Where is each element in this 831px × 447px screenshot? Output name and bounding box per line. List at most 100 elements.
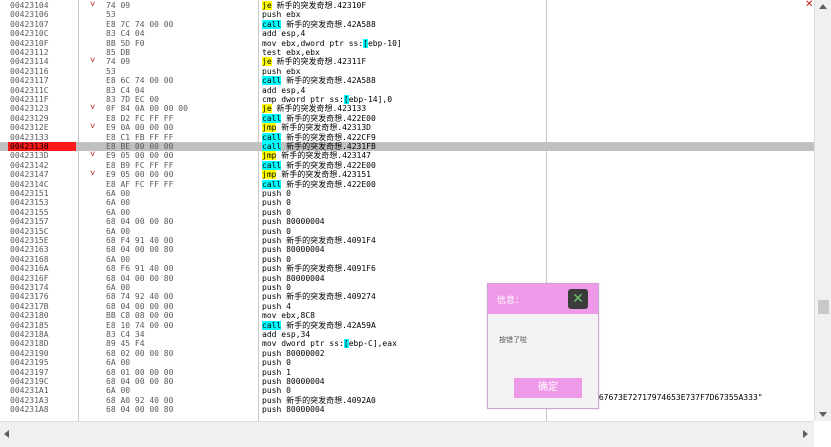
table-row[interactable]: 00423190 68 02 00 00 80 push 80000002 (0, 349, 814, 358)
scroll-left-icon[interactable] (4, 430, 9, 438)
address-cell: 00423153 (10, 198, 49, 208)
table-row[interactable]: 0042315C 6A 00 push 0 (0, 227, 814, 236)
table-row[interactable]: 00423176 68 74 92 40 00 push 新手的突发奇想.40927… (0, 292, 814, 301)
bytes-cell: 68 04 00 00 80 (106, 377, 174, 386)
bytes-cell: 68 04 00 00 80 (106, 217, 174, 227)
operands: 新手的突发奇想.422E00 (281, 113, 376, 123)
bytes-cell: 85 DB (106, 48, 131, 57)
bytes-cell: 74 09 (106, 57, 131, 67)
instruction-cell: push 0 (262, 189, 291, 198)
bytes-cell: 6A 00 (106, 226, 131, 236)
table-row[interactable]: 0042312E ˅ E9 0A 00 00 00 jmp 新手的突发奇想.42313… (0, 122, 814, 133)
address-cell: 004231A1 (10, 386, 49, 396)
vertical-scrollbar[interactable] (814, 0, 831, 421)
mnemonic: jmp (262, 151, 277, 161)
table-row[interactable]: 00423142 E8 B9 FC FF FF call 新手的突发奇想.422E0… (0, 160, 814, 170)
table-row[interactable]: 0042318A 83 C4 34 add esp,34 (0, 330, 814, 339)
mnemonic: call (262, 179, 282, 189)
address-cell: 0042310F (10, 38, 49, 48)
bytes-cell: 83 C4 34 (106, 330, 145, 339)
table-row[interactable]: 00423197 68 01 00 00 00 push 1 (0, 368, 814, 377)
table-row[interactable]: 0042316A 68 F6 91 40 00 push 新手的突发奇想.4091F… (0, 264, 814, 273)
scroll-down-icon[interactable] (819, 412, 827, 417)
table-row[interactable]: 00423138 E8 BE 00 00 00 call 新手的突发奇想.4231F… (0, 142, 814, 152)
scroll-up-icon[interactable] (819, 4, 827, 9)
bytes-cell: E9 05 00 00 00 (106, 170, 174, 180)
table-row[interactable]: 00423117 E8 6C 74 00 00 call 新手的突发奇想.42A58… (0, 76, 814, 86)
bytes-cell: E8 10 74 00 00 (106, 320, 174, 330)
table-row[interactable]: 00423168 6A 00 push 0 (0, 255, 814, 264)
table-row[interactable]: 00423104 ˅ 74 09 je 新手的突发奇想.42310F (0, 0, 814, 10)
instruction-cell: call 新手的突发奇想.422E00 (262, 160, 376, 170)
instruction-cell: call 新手的突发奇想.422E00 (262, 113, 376, 123)
bytes-cell: 68 74 92 40 00 (106, 292, 174, 302)
operands: push 4 (262, 301, 291, 311)
bytes-cell: 83 C4 04 (106, 29, 145, 39)
table-row[interactable]: 00423116 53 push ebx (0, 67, 814, 76)
bytes-cell: 68 04 00 00 80 (106, 245, 174, 255)
bytes-cell: 6A 00 (106, 386, 131, 396)
table-row[interactable]: 0042314C E8 AF FC FF FF call 新手的突发奇想.422E0… (0, 179, 814, 189)
instruction-cell: push 80000004 (262, 377, 325, 386)
disassembly-listing[interactable]: 00423104 ˅ 74 09 je 新手的突发奇想.42310F 00423106 5… (0, 0, 814, 421)
instruction-cell: add esp,4 (262, 86, 305, 95)
table-row[interactable]: 00423147 ˅ E9 05 00 00 00 jmp 新手的突发奇想.42315… (0, 169, 814, 180)
table-row[interactable]: 00423185 E8 10 74 00 00 call 新手的突发奇想.42A59… (0, 320, 814, 330)
bytes-cell: 68 A0 92 40 00 (106, 395, 174, 405)
table-row[interactable]: 00423157 68 04 00 00 80 push 80000004 (0, 217, 814, 226)
operands: add esp,34 (262, 330, 311, 339)
jump-arrow-icon: ˅ (90, 122, 96, 133)
table-row[interactable]: 00423112 85 DB test ebx,ebx (0, 48, 814, 57)
table-row[interactable]: 00423151 6A 00 push 0 (0, 189, 814, 198)
scroll-thumb[interactable] (818, 300, 829, 314)
instruction-cell: push 0 (262, 198, 291, 207)
address-cell: 00423133 (10, 132, 49, 142)
operands: push ebx (262, 66, 301, 76)
mnemonic: call (262, 132, 282, 142)
operands: push 0 (262, 198, 291, 208)
operands: push 新手的突发奇想.4091F4 (262, 236, 376, 245)
bytes-cell: 53 (106, 10, 116, 20)
table-row[interactable]: 00423163 68 04 00 00 80 push 80000004 (0, 245, 814, 254)
instruction-cell: cmp dword ptr ss:[ebp-14],0 (262, 95, 392, 104)
table-row[interactable]: 00423174 6A 00 push 0 (0, 283, 814, 292)
table-row[interactable]: 004231A8 68 04 00 00 80 push 80000004 (0, 405, 814, 414)
table-row[interactable]: 00423106 53 push ebx (0, 10, 814, 19)
jump-arrow-icon: ˅ (90, 56, 96, 67)
table-row[interactable]: 00423129 E8 D2 FC FF FF call 新手的突发奇想.422E0… (0, 113, 814, 123)
table-row[interactable]: 0042313D ˅ E9 05 00 00 00 jmp 新手的突发奇想.42314… (0, 150, 814, 161)
table-row[interactable]: 0042311F 83 7D EC 00 cmp dword ptr ss:[ebp… (0, 95, 814, 104)
table-row[interactable]: 0042317B 68 04 00 00 00 push 4 (0, 302, 814, 311)
table-row[interactable]: 00423195 6A 00 push 0 (0, 358, 814, 367)
table-row[interactable]: 0042319C 68 04 00 00 80 push 80000004 (0, 377, 814, 386)
table-row[interactable]: 00423155 6A 00 push 0 (0, 208, 814, 217)
instruction-cell: add esp,34 (262, 330, 310, 339)
table-row[interactable]: 00423123 ˅ 0F 84 0A 00 00 00 je 新手的突发奇想.423… (0, 103, 814, 114)
operands: 新手的突发奇想.42310F (271, 1, 367, 10)
table-row[interactable]: 00423107 E8 7C 74 00 00 call 新手的突发奇想.42A58… (0, 19, 814, 29)
address-cell: 0042316A (10, 264, 49, 274)
table-row[interactable]: 00423114 ˅ 74 09 je 新手的突发奇想.42311F (0, 56, 814, 67)
table-row[interactable]: 00423180 BB C8 08 00 00 mov ebx,8C8 (0, 311, 814, 320)
table-row[interactable]: 00423153 6A 00 push 0 (0, 198, 814, 207)
table-row[interactable]: 0042318D 89 45 F4 mov dword ptr ss:[ebp-C]… (0, 339, 814, 349)
close-icon[interactable]: ✕ (568, 289, 588, 309)
operands: push 新手的突发奇想.4091F6 (262, 264, 376, 274)
operands: push 0 (262, 358, 291, 368)
operands: push 80000004 (262, 217, 325, 227)
horizontal-scrollbar[interactable] (0, 421, 814, 447)
table-row[interactable]: 00423133 E8 C1 FB FF FF call 新手的突发奇想.422CF… (0, 132, 814, 142)
address-cell: 00423112 (10, 48, 49, 57)
table-row[interactable]: 0042315E 68 F4 91 40 00 push 新手的突发奇想.4091F… (0, 236, 814, 245)
mnemonic: je (262, 1, 272, 10)
bytes-cell: 8B 5D F0 (106, 38, 145, 48)
mnemonic: je (262, 104, 272, 114)
table-row[interactable]: 0042311C 83 C4 04 add esp,4 (0, 86, 814, 95)
table-row[interactable]: 0042310C 83 C4 04 add esp,4 (0, 29, 814, 38)
table-row[interactable]: 0042316F 68 04 00 00 80 push 80000004 (0, 274, 814, 283)
bytes-cell: 83 C4 04 (106, 85, 145, 95)
bytes-cell: 53 (106, 66, 116, 76)
table-row[interactable]: 0042310F 8B 5D F0 mov ebx,dword ptr ss:[eb… (0, 38, 814, 48)
ok-button[interactable]: 确定 (514, 378, 582, 398)
scroll-right-icon[interactable] (803, 430, 808, 438)
